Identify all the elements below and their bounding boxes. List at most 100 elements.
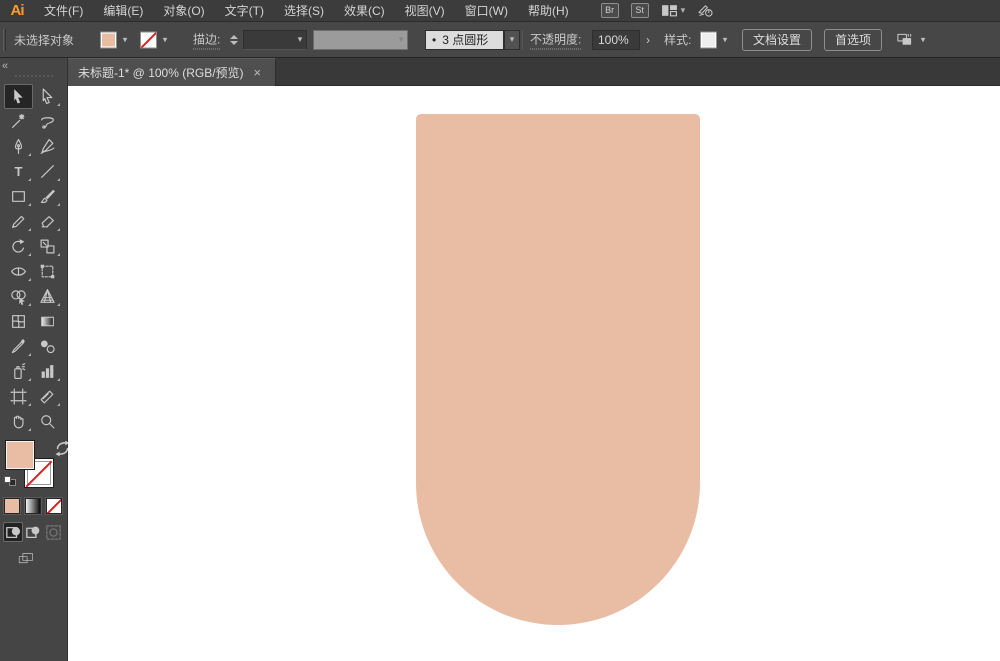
fill-color-swatch[interactable]: [100, 31, 117, 48]
zoom-tool[interactable]: [33, 409, 62, 434]
stepper-up-icon[interactable]: [229, 34, 238, 39]
separator: [522, 29, 523, 50]
brush-definition-field[interactable]: • 3 点圆形: [425, 29, 504, 50]
pencil-tool[interactable]: [4, 209, 33, 234]
rounded-bottom-rectangle-shape[interactable]: [416, 114, 700, 625]
fill-chevron-down-icon[interactable]: ▾: [119, 34, 131, 45]
menu-object[interactable]: 对象(O): [153, 0, 214, 22]
apply-color-button[interactable]: [4, 498, 20, 514]
mesh-tool[interactable]: [4, 309, 33, 334]
draw-normal-button[interactable]: [3, 522, 23, 542]
fill-stroke-control: [4, 440, 70, 496]
menu-edit[interactable]: 编辑(E): [93, 0, 153, 22]
bridge-button[interactable]: Br: [600, 3, 619, 18]
opacity-input[interactable]: 100%: [592, 29, 640, 50]
paintbrush-tool[interactable]: [33, 184, 62, 209]
chevron-down-icon: ▾: [509, 34, 515, 44]
scale-tool[interactable]: [33, 234, 62, 259]
menu-view[interactable]: 视图(V): [395, 0, 455, 22]
hand-icon: [13, 415, 24, 429]
blend-tool[interactable]: [33, 334, 62, 359]
cs-live-icon[interactable]: [697, 2, 714, 19]
lasso-tool[interactable]: [33, 109, 62, 134]
opacity-slider-button[interactable]: ›: [641, 30, 655, 50]
stroke-weight-stepper[interactable]: [228, 31, 239, 49]
style-label: 样式:: [664, 32, 692, 47]
gradient-tool[interactable]: [33, 309, 62, 334]
shape-builder-tool[interactable]: [4, 284, 33, 309]
apply-row: [4, 498, 64, 514]
perspective-grid-tool[interactable]: [33, 284, 62, 309]
rectangle-tool[interactable]: [4, 184, 33, 209]
artboard-tool[interactable]: [4, 384, 33, 409]
change-screen-mode-button[interactable]: [18, 550, 35, 570]
stroke-chevron-down-icon[interactable]: ▾: [159, 34, 171, 45]
preferences-button[interactable]: 首选项: [824, 28, 883, 51]
gradient-icon: [41, 316, 54, 327]
curvature-icon: [40, 139, 55, 154]
perspective-grid-icon: [40, 289, 55, 303]
variable-width-profile-combo: ▾: [313, 29, 408, 50]
direct-selection-tool[interactable]: [33, 84, 62, 109]
align-chevron-down-icon[interactable]: ▾: [917, 34, 929, 45]
curvature-tool[interactable]: [33, 134, 62, 159]
panel-collapse-button[interactable]: «: [2, 60, 8, 72]
panel-grip[interactable]: [3, 28, 6, 51]
close-icon[interactable]: ×: [254, 66, 262, 79]
stock-button[interactable]: St: [630, 3, 649, 18]
hand-tool[interactable]: [4, 409, 33, 434]
style-chevron-down-icon[interactable]: ▾: [719, 34, 731, 45]
document-setup-button[interactable]: 文档设置: [742, 28, 813, 51]
brush-definition-dropdown-button[interactable]: ▾: [504, 29, 520, 50]
magic-wand-tool[interactable]: [4, 109, 33, 134]
stroke-weight-label[interactable]: 描边:: [193, 30, 221, 49]
eyedropper-tool[interactable]: [4, 334, 33, 359]
artboard-icon: [10, 388, 27, 405]
stepper-down-icon[interactable]: [229, 40, 238, 45]
slice-tool[interactable]: [33, 384, 62, 409]
eyedropper-icon: [11, 339, 25, 354]
menu-window[interactable]: 窗口(W): [455, 0, 518, 22]
column-graph-tool[interactable]: [33, 359, 62, 384]
document-tab-title: 未标题-1* @ 100% (RGB/预览): [78, 66, 244, 80]
artboard-canvas[interactable]: [68, 86, 1000, 661]
draw-behind-icon: [25, 526, 39, 538]
brush-bullet-icon: •: [432, 32, 437, 47]
fill-indicator[interactable]: [5, 440, 35, 470]
opacity-label[interactable]: 不透明度:: [530, 30, 582, 49]
document-tab[interactable]: 未标题-1* @ 100% (RGB/预览) ×: [68, 58, 276, 86]
chevron-down-icon: ▾: [680, 5, 686, 15]
draw-normal-icon: [5, 526, 20, 538]
menu-help[interactable]: 帮助(H): [518, 0, 579, 22]
draw-behind-button[interactable]: [23, 522, 43, 542]
blend-icon: [40, 340, 55, 354]
symbol-sprayer-tool[interactable]: [4, 359, 33, 384]
eraser-icon: [41, 216, 54, 228]
stroke-color-swatch-none[interactable]: [140, 31, 157, 48]
eraser-tool[interactable]: [33, 209, 62, 234]
menu-file[interactable]: 文件(F): [34, 0, 93, 22]
apply-gradient-button[interactable]: [25, 498, 41, 514]
type-tool[interactable]: T: [4, 159, 33, 184]
line-segment-tool[interactable]: [33, 159, 62, 184]
free-transform-icon: [40, 264, 55, 279]
chevron-down-icon: ▾: [398, 34, 404, 44]
style-swatch[interactable]: [700, 31, 717, 48]
menu-type[interactable]: 文字(T): [215, 0, 274, 22]
stroke-weight-combo[interactable]: ▾: [243, 29, 307, 50]
width-tool[interactable]: [4, 259, 33, 284]
tool-grid: T: [4, 84, 64, 434]
default-fill-stroke-icon[interactable]: [4, 476, 16, 486]
menu-select[interactable]: 选择(S): [274, 0, 334, 22]
free-transform-tool[interactable]: [33, 259, 62, 284]
apply-none-button[interactable]: [46, 498, 62, 514]
rotate-tool[interactable]: [4, 234, 33, 259]
pen-icon: [14, 139, 23, 154]
pencil-icon: [12, 215, 25, 228]
panel-drag-handle[interactable]: [14, 74, 54, 78]
workspace-switcher[interactable]: ▾: [661, 2, 686, 19]
selection-tool[interactable]: [4, 84, 33, 109]
align-icon[interactable]: [896, 31, 913, 48]
menu-effect[interactable]: 效果(C): [334, 0, 395, 22]
pen-tool[interactable]: [4, 134, 33, 159]
